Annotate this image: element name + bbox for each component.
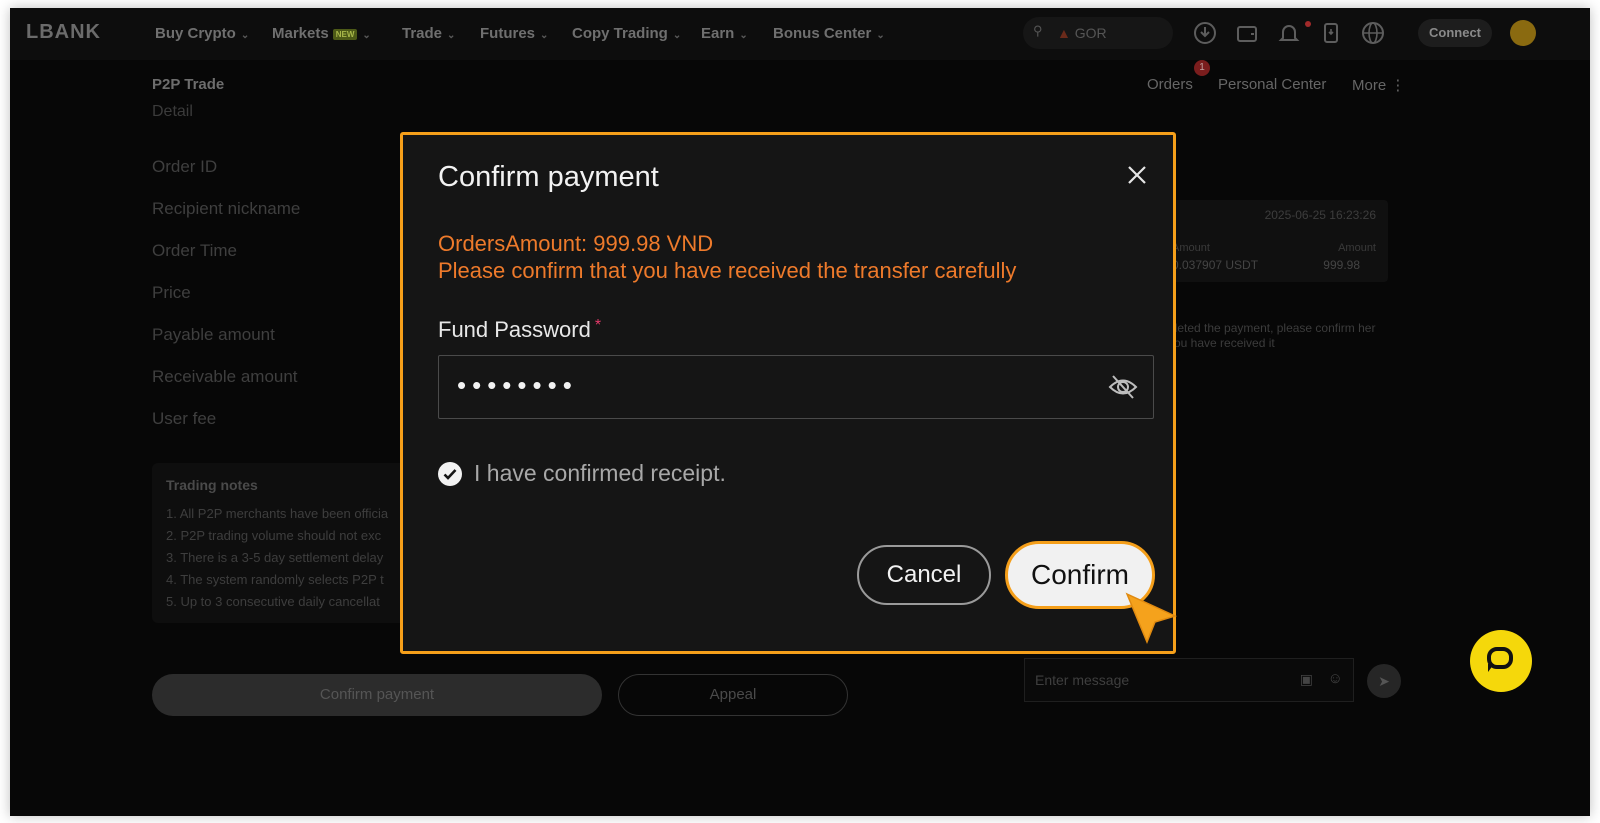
chevron-down-icon: ⌄ <box>876 30 885 41</box>
warning-text: Please confirm that you have received th… <box>438 258 1017 283</box>
chat-amount-value: 999.98 <box>1323 258 1360 272</box>
chevron-down-icon: ⌄ <box>362 30 371 41</box>
chevron-down-icon: ⌄ <box>739 30 748 41</box>
cursor-icon <box>1123 590 1183 650</box>
trading-notes-title: Trading notes <box>166 477 258 493</box>
emoji-icon[interactable]: ☺ <box>1328 670 1343 687</box>
nav-trade[interactable]: Trade ⌄ <box>402 25 455 42</box>
chat-order-card: 2025-06-25 16:23:26 Amount 0.037907 USDT… <box>1150 200 1388 282</box>
chevron-down-icon: ⌄ <box>672 30 682 41</box>
nav-bonus-center[interactable]: Bonus Center ⌄ <box>773 25 885 42</box>
message-placeholder: Enter message <box>1035 672 1130 688</box>
personal-center-link[interactable]: Personal Center <box>1218 76 1326 93</box>
cancel-button[interactable]: Cancel <box>857 545 991 605</box>
orders-count-badge: 1 <box>1194 60 1210 76</box>
chat-amount-label: Amount <box>1338 242 1376 254</box>
nav-earn[interactable]: Earn ⌄ <box>701 25 748 42</box>
bell-icon[interactable] <box>1277 21 1301 45</box>
nav-futures[interactable]: Futures ⌄ <box>480 25 548 42</box>
fund-password-field[interactable]: •••••••• <box>438 355 1154 419</box>
orders-amount-text: OrdersAmount: 999.98 VND <box>438 231 714 256</box>
payable-amount-label: Payable amount <box>152 325 275 344</box>
nav-markets[interactable]: Markets NEW ⌄ <box>272 25 371 42</box>
eye-slash-icon[interactable] <box>1107 372 1139 402</box>
notification-dot <box>1305 21 1311 27</box>
receivable-amount-label: Receivable amount <box>152 367 298 386</box>
chevron-down-icon: ⌄ <box>447 30 456 41</box>
order-id-label: Order ID <box>152 157 218 176</box>
page-title: P2P Trade <box>152 76 225 93</box>
fund-password-label: Fund Password * <box>438 317 602 342</box>
confirm-payment-button[interactable]: Confirm payment <box>152 674 602 716</box>
send-icon: ➤ <box>1378 673 1390 689</box>
search-text: ▲ GOR <box>1057 25 1107 41</box>
chevron-down-icon: ⌄ <box>540 30 549 41</box>
avatar[interactable] <box>1510 20 1536 46</box>
required-mark: * <box>594 317 602 334</box>
list-item: 5. Up to 3 consecutive daily cancellat <box>166 594 380 609</box>
search-icon: ⚲ <box>1033 23 1043 38</box>
globe-icon[interactable] <box>1361 21 1385 45</box>
nav-copy-trading[interactable]: Copy Trading ⌄ <box>572 25 681 42</box>
new-badge: NEW <box>332 28 358 40</box>
lbank-logo[interactable]: LBANK <box>26 21 101 44</box>
checkbox-checked-icon[interactable] <box>438 462 462 486</box>
top-nav: LBANK Buy Crypto ⌄ Markets NEW ⌄ Trade ⌄ Fut… <box>10 8 1590 60</box>
search-input[interactable]: ⚲ ▲ GOR <box>1023 17 1173 49</box>
send-button[interactable]: ➤ <box>1367 664 1401 698</box>
image-icon[interactable]: ▣ <box>1300 671 1313 688</box>
chat-amount-value: 0.037907 USDT <box>1172 258 1259 272</box>
connect-button[interactable]: Connect <box>1418 19 1492 47</box>
trading-notes: Trading notes 1. All P2P merchants have … <box>152 463 412 623</box>
chevron-down-icon: ⌄ <box>240 30 250 41</box>
list-item: 2. P2P trading volume should not exc <box>166 528 382 543</box>
download-icon[interactable] <box>1193 21 1217 45</box>
chat-amount-label: Amount <box>1172 242 1210 254</box>
more-dots-icon: ⋮ <box>1390 77 1406 94</box>
support-chat-button[interactable] <box>1470 630 1532 692</box>
chat-timestamp: 2025-06-25 16:23:26 <box>1264 208 1376 222</box>
device-icon[interactable] <box>1319 21 1343 45</box>
appeal-button[interactable]: Appeal <box>618 674 848 716</box>
message-input[interactable]: Enter message ▣ ☺ <box>1024 658 1354 702</box>
recipient-nickname-label: Recipient nickname <box>152 199 301 218</box>
more-menu[interactable]: More ⋮ <box>1352 76 1405 94</box>
chat-system-message: pleted the payment, please confirm her y… <box>1168 321 1376 350</box>
close-icon[interactable] <box>1125 163 1149 187</box>
app-frame: LBANK Buy Crypto ⌄ Markets NEW ⌄ Trade ⌄ Fut… <box>10 8 1590 816</box>
order-time-label: Order Time <box>152 241 238 260</box>
user-fee-label: User fee <box>152 409 217 428</box>
fire-icon: ▲ <box>1057 25 1071 41</box>
orders-link[interactable]: Orders <box>1147 76 1193 93</box>
list-item: 4. The system randomly selects P2P t <box>166 572 384 587</box>
password-mask: •••••••• <box>457 370 578 400</box>
nav-buy-crypto[interactable]: Buy Crypto ⌄ <box>155 25 249 42</box>
list-item: 3. There is a 3-5 day settlement delay <box>166 550 384 565</box>
confirm-payment-dialog: Confirm payment OrdersAmount: 999.98 VND… <box>400 132 1176 654</box>
dialog-title: Confirm payment <box>438 161 659 193</box>
wallet-icon[interactable] <box>1235 21 1259 45</box>
price-label: Price <box>152 283 191 302</box>
list-item: 1. All P2P merchants have been officia <box>166 506 389 521</box>
detail-heading: Detail <box>152 103 193 120</box>
receipt-label: I have confirmed receipt. <box>474 460 726 486</box>
